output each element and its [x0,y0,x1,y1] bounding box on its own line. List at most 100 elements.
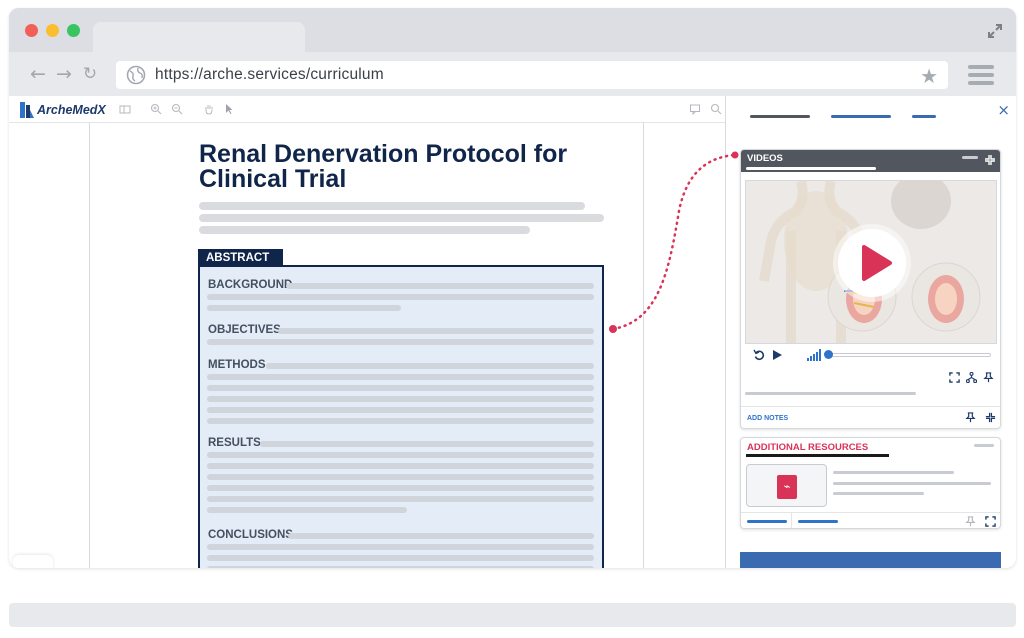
pin-icon[interactable] [965,516,976,527]
page-viewport: ArcheMedX Renal Denervation Protocol for… [9,96,1016,568]
text-placeholder-line [207,374,594,380]
card-footer-divider [741,406,1000,407]
footer-separator [791,512,792,528]
text-placeholder-line [207,555,594,561]
back-arrow-icon[interactable]: ← [27,63,49,85]
text-placeholder-line [207,463,594,469]
link-connector-line [609,151,739,333]
comment-icon[interactable] [689,103,701,115]
document-title: Renal Denervation Protocol for Clinical … [199,140,568,193]
resource-text-placeholder [833,482,991,485]
pin-icon[interactable] [965,412,976,423]
zoom-out-icon[interactable] [171,103,183,115]
minimize-window-button[interactable] [46,24,59,37]
text-placeholder-line [207,418,594,424]
zoom-in-icon[interactable] [150,103,162,115]
text-placeholder-line [207,496,594,502]
collapse-icon[interactable] [984,154,996,166]
pin-icon[interactable] [983,372,994,383]
additional-resources-title: ADDITIONAL RESOURCES [747,442,869,453]
text-placeholder-line [207,485,594,491]
section-heading-results: RESULTS [208,437,261,449]
document-left-border [89,123,90,568]
play-small-icon[interactable] [771,349,783,361]
title-placeholder-line [199,214,604,222]
globe-icon [126,65,146,85]
browser-window: ← → ↻ https://arche.services/curriculum … [9,8,1016,568]
abstract-tag: ABSTRACT [198,249,283,266]
title-placeholder-line [199,226,530,234]
bookmark-star-icon[interactable]: ★ [920,64,938,88]
sidebar-toggle-icon[interactable] [119,103,131,115]
browser-tab[interactable] [93,22,305,54]
fullscreen-icon[interactable] [985,516,996,527]
header-placeholder-line [746,167,876,170]
panel-tab[interactable] [831,115,891,118]
forward-arrow-icon[interactable]: → [53,63,75,85]
archemedx-logo-icon [20,102,34,118]
close-window-button[interactable] [25,24,38,37]
text-placeholder-line [207,385,594,391]
resource-text-placeholder [833,471,954,474]
video-progress-track[interactable] [828,353,991,357]
title-bar [9,8,1016,54]
next-card-header[interactable] [740,552,1001,568]
text-placeholder-line [207,396,594,402]
text-placeholder-line [207,339,594,345]
panel-tabs: × [726,96,1016,123]
search-icon[interactable] [710,103,722,115]
panel-tab[interactable] [912,115,936,118]
section-heading-objectives: OBJECTIVES [208,324,281,336]
hamburger-menu-icon[interactable] [968,65,994,85]
video-progress-knob[interactable] [824,350,833,359]
text-placeholder-line [260,441,594,447]
video-description-placeholder [745,392,916,395]
videos-card-title: VIDEOS [747,153,783,164]
panel-tab[interactable] [750,115,810,118]
pointer-cursor-icon[interactable] [223,103,235,115]
replay-icon[interactable] [753,349,765,361]
maximize-window-button[interactable] [67,24,80,37]
pdf-file-icon: ⌁ [777,475,797,499]
address-bar[interactable]: https://arche.services/curriculum ★ [116,61,948,89]
section-heading-methods: METHODS [208,359,266,371]
title-placeholder-line [199,202,585,210]
video-player[interactable] [745,180,997,344]
text-placeholder-line [207,566,594,568]
title-underline [746,454,889,457]
volume-bars-icon[interactable] [807,349,821,361]
page-tab[interactable] [13,555,53,568]
play-button[interactable] [838,229,906,297]
collapse-icon[interactable] [985,412,996,423]
section-heading-background: BACKGROUND [208,279,293,291]
footer-tab[interactable] [747,520,787,523]
section-heading-conclusions: CONCLUSIONS [208,529,293,541]
text-placeholder-line [288,533,594,539]
minimize-icon[interactable] [974,444,994,447]
lower-browser-bar [9,603,1016,627]
text-placeholder-line [278,328,594,334]
text-placeholder-line [207,544,594,550]
hand-pan-icon[interactable] [203,103,215,115]
text-placeholder-line [207,507,407,513]
close-panel-icon[interactable]: × [997,101,1010,119]
play-icon [862,245,892,281]
text-placeholder-line [207,294,594,300]
abstract-box[interactable]: BACKGROUND OBJECTIVES METHODS RESULTS CO… [198,265,604,568]
pdf-resource-thumbnail[interactable]: ⌁ [746,464,827,507]
footer-tab[interactable] [798,520,838,523]
logo-text: ArcheMedX [37,103,106,117]
text-placeholder-line [266,363,594,369]
share-network-icon[interactable] [966,372,977,383]
url-text[interactable]: https://arche.services/curriculum [155,66,384,84]
text-placeholder-line [207,474,594,480]
add-notes-link[interactable]: ADD NOTES [747,415,788,422]
videos-card: VIDEOS ADD NOTES [740,149,1001,429]
text-placeholder-line [207,452,594,458]
text-placeholder-line [207,305,401,311]
reload-icon[interactable]: ↻ [79,63,101,85]
fullscreen-icon[interactable] [949,372,960,383]
resource-text-placeholder [833,492,924,495]
minimize-icon[interactable] [962,156,978,159]
fullscreen-arrows-icon[interactable] [986,22,1004,40]
